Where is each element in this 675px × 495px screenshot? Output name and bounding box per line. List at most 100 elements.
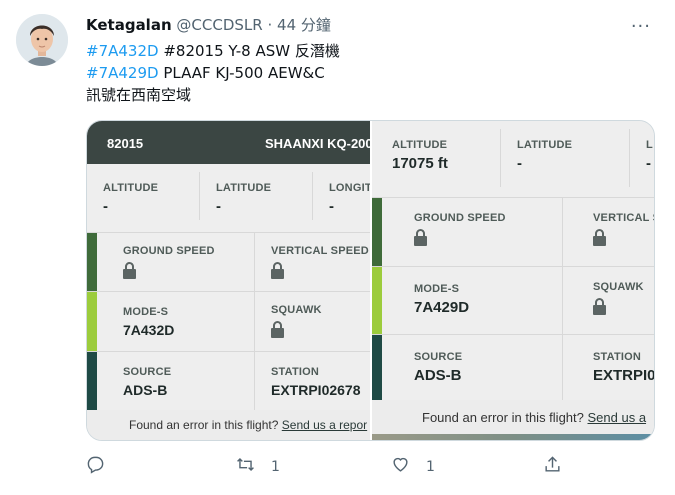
divider	[254, 233, 255, 291]
squawk-label: SQUAWK	[593, 281, 644, 293]
squawk-cell: SQUAWK	[563, 267, 654, 334]
mode-s-value: 7A432D	[123, 322, 175, 338]
lock-icon	[593, 298, 606, 315]
speed-row: GROUND SPEED VERTICAL SPEED	[87, 233, 371, 291]
flight-card-footer: Found an error in this flight? Send us a…	[87, 410, 371, 440]
source-label: SOURCE	[123, 366, 172, 378]
callsign: 82015	[107, 136, 144, 151]
tweet-line: 訊號在西南空域	[86, 84, 340, 106]
divider	[254, 292, 255, 351]
mode-s-label: MODE-S	[414, 283, 460, 295]
squawk-label: SQUAWK	[271, 304, 322, 316]
avatar[interactable]	[16, 14, 68, 66]
author-handle[interactable]: @CCCDSLR	[176, 16, 262, 34]
tweet-time[interactable]: 44 分鐘	[277, 16, 331, 34]
mode-s-value: 7A429D	[414, 299, 470, 316]
longitude-value: -	[646, 155, 651, 172]
retweet-icon	[236, 455, 255, 478]
lock-icon	[414, 229, 427, 246]
station-cell: STATION EXTRPI0	[563, 335, 655, 401]
vertical-speed-label: VERTICAL S	[593, 212, 655, 224]
longitude-cell: LONGITU -	[313, 164, 371, 232]
altitude-cell: ALTITUDE -	[87, 164, 199, 232]
mode-s-label: MODE-S	[123, 306, 169, 318]
source-cell: SOURCE ADS-B	[97, 352, 254, 411]
mode-s-cell: MODE-S 7A429D	[382, 267, 562, 334]
tweet-line: #7A429D PLAAF KJ-500 AEW&C	[86, 62, 340, 84]
author-name[interactable]: Ketagalan	[86, 16, 172, 34]
reply-icon	[86, 455, 105, 478]
retweet-button[interactable]: 1	[236, 455, 280, 478]
source-value: ADS-B	[123, 382, 168, 398]
latitude-value: -	[517, 155, 522, 172]
divider	[562, 198, 563, 266]
lock-icon	[123, 262, 136, 279]
station-label: STATION	[271, 366, 320, 378]
divider	[500, 129, 501, 187]
ground-speed-cell: GROUND SPEED	[382, 198, 562, 266]
position-row: ALTITUDE 17075 ft LATITUDE - L -	[372, 121, 654, 197]
tweet-media[interactable]: 82015 SHAANXI KQ-200 ALTITUDE - LATITUDE…	[86, 120, 655, 441]
mode-s-cell: MODE-S 7A432D	[97, 292, 254, 351]
longitude-label: L	[646, 139, 653, 151]
source-cell: SOURCE ADS-B	[382, 335, 562, 401]
aircraft-type: SHAANXI KQ-200	[265, 136, 371, 151]
tweet-line: #7A432D #82015 Y-8 ASW 反潛機	[86, 40, 340, 62]
divider	[312, 172, 313, 220]
flight-card-footer: Found an error in this flight? Send us a	[372, 400, 654, 440]
like-button[interactable]: 1	[391, 455, 435, 478]
longitude-cell: L -	[630, 121, 654, 197]
ground-speed-cell: GROUND SPEED	[97, 233, 254, 291]
lock-icon	[271, 262, 284, 279]
divider	[562, 267, 563, 334]
share-icon	[543, 455, 562, 478]
vertical-speed-cell: VERTICAL SPEED	[255, 233, 371, 291]
altitude-label: ALTITUDE	[392, 139, 448, 151]
altitude-cell: ALTITUDE 17075 ft	[372, 121, 500, 197]
latitude-cell: LATITUDE -	[200, 164, 312, 232]
flight-card-left[interactable]: 82015 SHAANXI KQ-200 ALTITUDE - LATITUDE…	[87, 121, 371, 440]
hashtag-link[interactable]: #7A429D	[86, 64, 159, 82]
latitude-label: LATITUDE	[517, 139, 573, 151]
vertical-speed-cell: VERTICAL S	[563, 198, 655, 266]
flight-card-header: 82015 SHAANXI KQ-200	[87, 121, 371, 164]
more-options-icon[interactable]: ···	[631, 16, 651, 37]
latitude-label: LATITUDE	[216, 182, 272, 194]
tweet-actions: 1 1	[86, 455, 566, 479]
tweet-text: #7A432D #82015 Y-8 ASW 反潛機 #7A429D PLAAF…	[86, 40, 340, 106]
footer-text: Found an error in this flight? Send us a…	[129, 418, 368, 432]
speed-row: GROUND SPEED VERTICAL S	[372, 198, 655, 266]
separator: ·	[267, 16, 273, 34]
flight-card-right[interactable]: ALTITUDE 17075 ft LATITUDE - L - GROUND …	[372, 121, 655, 440]
divider	[254, 352, 255, 411]
squawk-cell: SQUAWK	[255, 292, 371, 351]
share-button[interactable]	[543, 455, 562, 478]
ground-speed-label: GROUND SPEED	[123, 245, 215, 257]
position-row: ALTITUDE - LATITUDE - LONGITU -	[87, 164, 371, 232]
reply-button[interactable]	[86, 455, 105, 478]
altitude-label: ALTITUDE	[103, 182, 159, 194]
longitude-label: LONGITU	[329, 182, 371, 194]
tweet-header: Ketagalan @CCCDSLR · 44 分鐘	[86, 14, 331, 36]
hashtag-link[interactable]: #7A432D	[86, 42, 159, 60]
divider	[199, 172, 200, 220]
source-row: SOURCE ADS-B STATION EXTRPI02678	[87, 352, 371, 411]
station-value: EXTRPI0	[593, 367, 655, 384]
altitude-value: 17075 ft	[392, 155, 448, 172]
longitude-value: -	[329, 198, 334, 215]
heart-icon	[391, 455, 410, 478]
altitude-value: -	[103, 198, 108, 215]
source-row: SOURCE ADS-B STATION EXTRPI0	[372, 335, 655, 401]
divider	[562, 335, 563, 401]
tweet-line-text: #82015 Y-8 ASW 反潛機	[158, 42, 340, 60]
map-edge	[372, 434, 654, 440]
lock-icon	[271, 321, 284, 338]
like-count: 1	[426, 458, 435, 475]
report-link[interactable]: Send us a repor	[282, 418, 367, 432]
station-value: EXTRPI02678	[271, 382, 361, 398]
report-link[interactable]: Send us a	[588, 410, 647, 425]
station-label: STATION	[593, 351, 642, 363]
divider	[629, 129, 630, 187]
latitude-cell: LATITUDE -	[501, 121, 629, 197]
lock-icon	[593, 229, 606, 246]
